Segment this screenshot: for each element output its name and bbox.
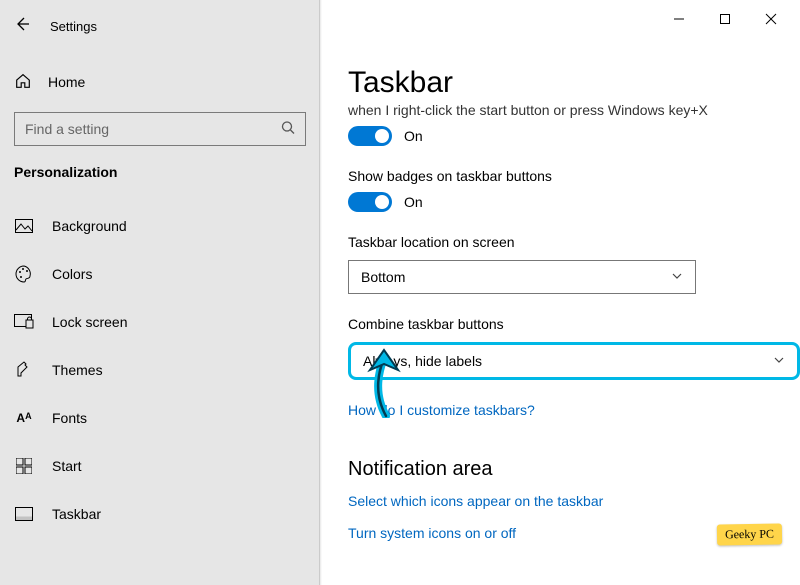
search-input[interactable] — [14, 112, 306, 146]
select-value: Always, hide labels — [363, 353, 482, 369]
sidebar: Settings Home Personalization Background — [0, 0, 320, 585]
badges-label: Show badges on taskbar buttons — [348, 168, 800, 184]
search-icon — [280, 120, 296, 139]
select-icons-link[interactable]: Select which icons appear on the taskbar — [348, 493, 800, 509]
start-icon — [14, 458, 34, 474]
themes-icon — [14, 361, 34, 379]
sidebar-item-fonts[interactable]: AA Fonts — [0, 394, 320, 442]
lock-screen-icon — [14, 314, 34, 330]
section-label: Personalization — [0, 158, 320, 190]
location-label: Taskbar location on screen — [348, 234, 800, 250]
back-button[interactable] — [14, 16, 30, 37]
sidebar-item-background[interactable]: Background — [0, 202, 320, 250]
chevron-down-icon — [671, 269, 683, 285]
home-label: Home — [48, 74, 85, 90]
fonts-icon: AA — [14, 411, 34, 425]
sidebar-item-start[interactable]: Start — [0, 442, 320, 490]
maximize-button[interactable] — [702, 4, 748, 34]
chevron-down-icon — [773, 353, 785, 369]
page-title: Taskbar — [348, 66, 800, 100]
toggle-start-context[interactable] — [348, 126, 392, 146]
sidebar-item-label: Lock screen — [52, 314, 127, 330]
watermark: Geeky PC — [717, 523, 782, 545]
sidebar-item-lock-screen[interactable]: Lock screen — [0, 298, 320, 346]
combine-buttons-select[interactable]: Always, hide labels — [348, 342, 800, 380]
sidebar-item-label: Taskbar — [52, 506, 101, 522]
select-value: Bottom — [361, 269, 405, 285]
sidebar-item-label: Start — [52, 458, 82, 474]
combine-label: Combine taskbar buttons — [348, 316, 800, 332]
sidebar-item-taskbar[interactable]: Taskbar — [0, 490, 320, 538]
truncated-setting-text: when I right-click the start button or p… — [348, 102, 800, 118]
help-link[interactable]: How do I customize taskbars? — [348, 402, 800, 418]
home-icon — [14, 72, 32, 93]
sidebar-item-label: Background — [52, 218, 127, 234]
sidebar-item-colors[interactable]: Colors — [0, 250, 320, 298]
home-nav[interactable]: Home — [0, 62, 320, 102]
palette-icon — [14, 265, 34, 283]
main-content: Taskbar when I right-click the start but… — [320, 0, 800, 585]
toggle-state-label: On — [404, 194, 423, 210]
taskbar-icon — [14, 507, 34, 521]
notification-area-heading: Notification area — [348, 458, 800, 481]
close-button[interactable] — [748, 4, 794, 34]
toggle-badges[interactable] — [348, 192, 392, 212]
app-title: Settings — [50, 19, 97, 34]
sidebar-item-themes[interactable]: Themes — [0, 346, 320, 394]
taskbar-location-select[interactable]: Bottom — [348, 260, 696, 294]
sidebar-item-label: Fonts — [52, 410, 87, 426]
minimize-button[interactable] — [656, 4, 702, 34]
sidebar-item-label: Themes — [52, 362, 103, 378]
toggle-state-label: On — [404, 128, 423, 144]
sidebar-item-label: Colors — [52, 266, 92, 282]
picture-icon — [14, 219, 34, 233]
